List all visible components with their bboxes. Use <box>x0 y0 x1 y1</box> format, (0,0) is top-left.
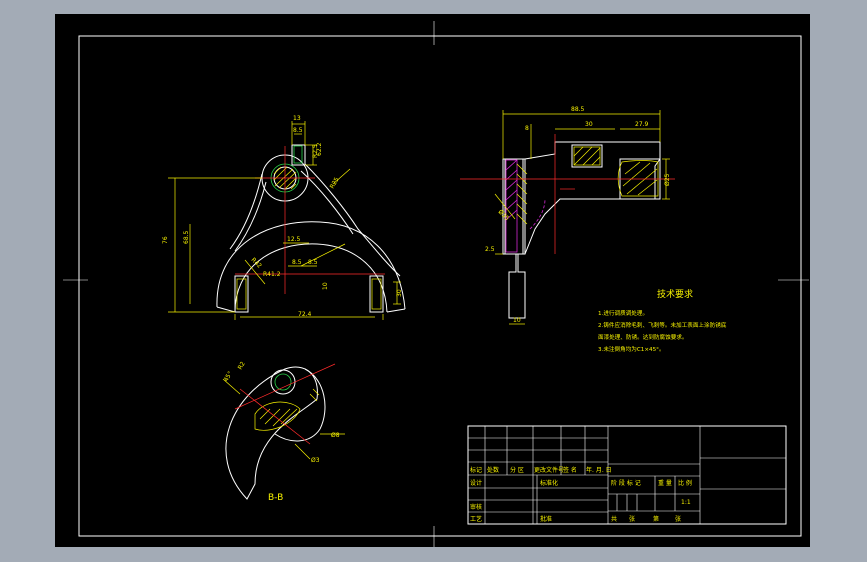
dim-30: 30 <box>396 289 403 297</box>
dim-dia-25: Ø25 <box>664 173 671 186</box>
tb-header-change-doc: 更改文件号 <box>534 466 564 474</box>
dim-68-5: 68.5 <box>183 230 190 244</box>
side-view: 88.5 8 30 27.9 Ø25 Ø35 2.5 10 <box>460 106 675 325</box>
tb-sheets-unit-1: 张 <box>629 515 635 523</box>
dim-r2: R2 <box>237 360 247 371</box>
tech-req-title: 技术要求 <box>657 288 693 300</box>
dim-88-5: 88.5 <box>571 106 585 113</box>
dim-27-9: 27.9 <box>635 121 649 128</box>
dim-r41-2: R41.2 <box>263 271 281 278</box>
tech-requirements: 技术要求 1.进行调质调处理。 2.铸件应消除毛刺、飞刺等。未加工表面上涂防锈底… <box>598 288 727 353</box>
tb-review: 审核 <box>470 503 482 511</box>
dim-r25: R25 <box>329 176 341 190</box>
dim-13: 13 <box>293 115 301 122</box>
dim-10-side: 10 <box>513 317 521 324</box>
dim-45-deg: 45° <box>223 370 234 383</box>
dim-dia-8: Ø8 <box>331 432 340 439</box>
dim-62-2: 62.2 <box>316 142 323 156</box>
tb-weight: 重 量 <box>658 479 672 487</box>
tb-sheet-current: 第 <box>653 515 659 523</box>
title-block: 标记 处数 分 区 更改文件号 签 名 年. 月. 日 设计 标准化 审核 工艺… <box>467 425 787 525</box>
section-view: 45° R2 Ø8 Ø3 B-B <box>223 360 345 503</box>
dim-10: 10 <box>322 282 329 290</box>
tb-stage-mark: 阶 段 标 记 <box>611 479 641 487</box>
tb-sheets-unit-2: 张 <box>675 515 681 523</box>
tb-header-zone: 分 区 <box>510 466 524 474</box>
dim-8: 8 <box>525 125 529 132</box>
tech-req-line-2: 2.铸件应消除毛刺、飞刺等。未加工表面上涂防锈底 <box>598 321 727 329</box>
tb-ratio: 比 例 <box>678 479 692 487</box>
tb-scale: 1:1 <box>681 499 691 506</box>
tech-req-line-1: 1.进行调质调处理。 <box>598 309 648 317</box>
tb-header-signature: 签 名 <box>563 466 577 474</box>
section-label: B-B <box>268 493 283 503</box>
tech-req-line-4: 3.未注倒角均为C1×45°。 <box>598 345 665 353</box>
dim-2-5: 2.5 <box>485 246 495 253</box>
dim-72-4: 72.4 <box>298 311 312 318</box>
tb-header-mark: 标记 <box>470 466 482 474</box>
dim-30-side: 30 <box>585 121 593 128</box>
dim-dia-3: Ø3 <box>311 457 320 464</box>
dim-12-5: 12.5 <box>287 236 301 243</box>
tb-approve: 批准 <box>540 515 552 523</box>
tech-req-line-3: 面漆处理、防锈。达到防腐蚀要求。 <box>598 333 688 341</box>
tb-standardization: 标准化 <box>540 479 558 487</box>
dim-8-5-right: 8.5 <box>308 259 318 266</box>
cad-drawing: 13 8.5 R2.5 R25 62.2 68.5 76 12.5 R42 8.… <box>63 21 809 547</box>
tb-design: 设计 <box>470 479 482 487</box>
tb-sheets-total: 共 <box>611 515 617 523</box>
cad-drawing-canvas[interactable]: 13 8.5 R2.5 R25 62.2 68.5 76 12.5 R42 8.… <box>55 14 810 547</box>
dim-8-5: 8.5 <box>293 127 303 134</box>
tb-process: 工艺 <box>470 515 482 523</box>
front-view: 13 8.5 R2.5 R25 62.2 68.5 76 12.5 R42 8.… <box>162 115 406 320</box>
dim-76: 76 <box>162 236 169 244</box>
tb-header-date: 年. 月. 日 <box>586 466 612 474</box>
tb-header-count: 处数 <box>487 466 499 474</box>
dim-8-5-left: 8.5 <box>292 259 302 266</box>
